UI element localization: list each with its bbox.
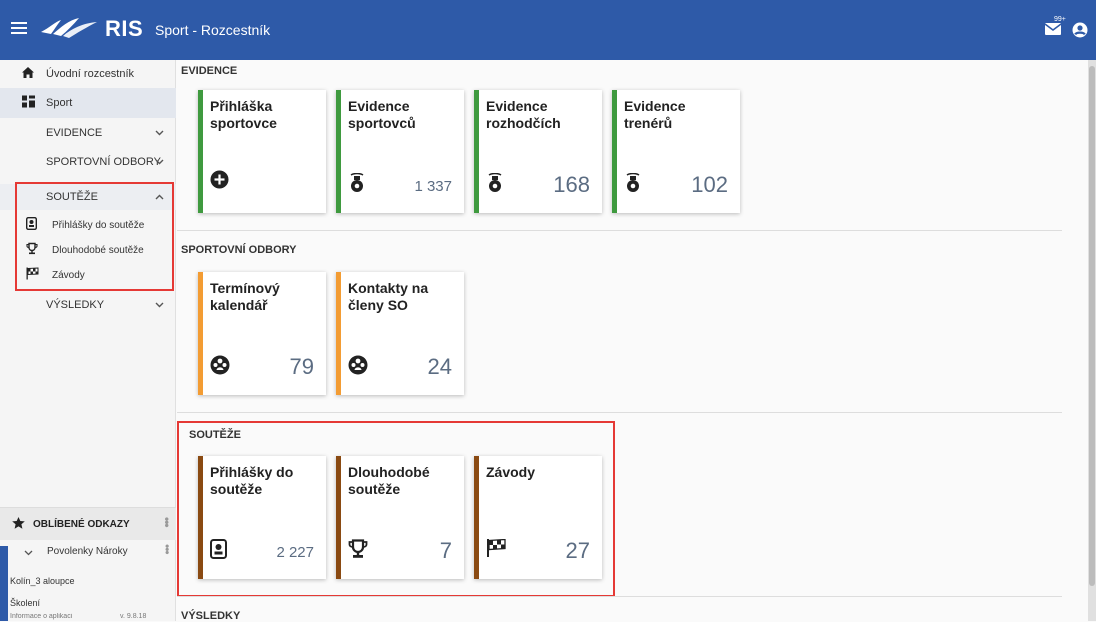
page-title: Sport - Rozcestník: [155, 22, 271, 38]
card-title: Evidence sportovců: [348, 98, 416, 131]
chevron-down-icon: [155, 157, 164, 168]
sidebar-item-label: VÝSLEDKY: [46, 299, 105, 311]
card-prihlasky-do-souteze[interactable]: Přihlášky do soutěže 2 227: [198, 456, 326, 579]
card-accent: [474, 90, 479, 213]
chevron-down-icon: [155, 128, 164, 139]
sidebar-item-label: SPORTOVNÍ ODBORY: [46, 156, 161, 168]
card-terminovy-kalendar[interactable]: Termínový kalendář 79: [198, 272, 326, 395]
logo-text: RIS: [105, 16, 144, 41]
card-dlouhodobe-souteze[interactable]: Dlouhodobé soutěže 7: [336, 456, 464, 579]
favorite-link[interactable]: Školení: [0, 596, 176, 614]
plus-circle-icon: [210, 170, 229, 194]
section-divider: [177, 230, 1062, 231]
top-app-bar: RIS Sport - Rozcestník 99+: [0, 0, 1096, 60]
favorite-link-label: Školení: [10, 598, 41, 608]
favorites-title: OBLÍBENÉ ODKAZY: [33, 519, 130, 530]
whistle-icon: [348, 172, 366, 198]
favorites-header[interactable]: OBLÍBENÉ ODKAZY •••: [0, 507, 176, 540]
ris-logo[interactable]: RIS: [39, 14, 143, 44]
card-title: Přihlášky do soutěže: [210, 464, 294, 497]
star-icon: [12, 517, 25, 532]
more-vert-icon[interactable]: •••: [160, 544, 174, 554]
card-accent: [612, 90, 617, 213]
card-accent: [198, 272, 203, 395]
group-icon: [210, 355, 230, 380]
card-count: 79: [289, 354, 314, 379]
card-accent: [198, 456, 203, 579]
favorite-link[interactable]: Kolín_3 aloupce: [0, 574, 176, 592]
card-evidence-sportovcu[interactable]: Evidence sportovců 1 337: [336, 90, 464, 213]
card-accent: [198, 90, 203, 213]
account-icon[interactable]: [1072, 22, 1088, 43]
card-title: Dlouhodobé soutěže: [348, 464, 430, 497]
sidebar: Úvodní rozcestník Sport EVIDENCE SPORTOV…: [0, 60, 176, 621]
sidebar-item-label: EVIDENCE: [46, 127, 103, 139]
card-count: 102: [691, 172, 728, 197]
card-accent: [336, 90, 341, 213]
card-count: 168: [553, 172, 590, 197]
card-accent: [336, 456, 341, 579]
card-title: Termínový kalendář: [210, 280, 280, 313]
menu-icon[interactable]: [11, 22, 27, 36]
card-evidence-treneru[interactable]: Evidence trenérů 102: [612, 90, 740, 213]
card-title: Závody: [486, 464, 536, 480]
grid-icon: [22, 95, 35, 111]
chevron-down-icon: [24, 548, 33, 559]
mail-badge: 99+: [1054, 16, 1066, 23]
chevron-down-icon: [155, 300, 164, 311]
sidebar-item-vysledky[interactable]: VÝSLEDKY: [0, 292, 176, 318]
section-divider: [177, 412, 1062, 413]
checkered-flag-icon: [486, 538, 506, 562]
card-count: 24: [427, 354, 452, 379]
card-evidence-rozhodcich[interactable]: Evidence rozhodčích 168: [474, 90, 602, 213]
scrollbar-thumb[interactable]: [1089, 66, 1095, 586]
card-title: Evidence trenérů: [624, 98, 686, 131]
whistle-icon: [486, 172, 504, 198]
favorites-group[interactable]: Povolenky Nároky •••: [0, 541, 176, 567]
card-accent: [336, 272, 341, 395]
card-count: 2 227: [276, 544, 314, 561]
card-kontakty-so[interactable]: Kontakty na členy SO 24: [336, 272, 464, 395]
section-title-souteze: SOUTĚŽE: [189, 429, 241, 441]
favorites-group-label: Povolenky Nároky: [47, 546, 128, 557]
card-count: 7: [439, 538, 452, 563]
version-label: v. 9.8.18: [120, 613, 147, 620]
card-title: Evidence rozhodčích: [486, 98, 561, 131]
favorite-link-label: Kolín_3 aloupce: [10, 576, 75, 586]
sidebar-item-home[interactable]: Úvodní rozcestník: [0, 60, 176, 88]
home-icon: [22, 67, 34, 81]
app-info-label: Informace o aplikaci: [10, 613, 73, 620]
card-count: 1 337: [414, 178, 452, 195]
sidebar-item-sportovni-odbory[interactable]: SPORTOVNÍ ODBORY: [0, 149, 176, 175]
card-count: 27: [565, 538, 590, 563]
section-title-evidence: EVIDENCE: [181, 65, 238, 77]
whistle-icon: [624, 172, 642, 198]
entry-form-icon: [210, 539, 227, 564]
mail-icon[interactable]: [1044, 22, 1062, 40]
trophy-icon: [348, 539, 368, 564]
sidebar-item-sport[interactable]: Sport: [0, 88, 176, 118]
group-icon: [348, 355, 368, 380]
main-content: EVIDENCE Přihláška sportovce Evidence sp…: [177, 60, 1096, 622]
sidebar-item-label: Sport: [46, 97, 73, 109]
card-prihlaska-sportovce[interactable]: Přihláška sportovce: [198, 90, 326, 213]
section-title-vysledky: VÝSLEDKY: [181, 610, 241, 622]
highlight-annotation: [15, 182, 174, 291]
section-divider: [177, 596, 1062, 597]
sidebar-item-label: Úvodní rozcestník: [46, 68, 135, 80]
card-title: Přihláška sportovce: [210, 98, 277, 131]
card-title: Kontakty na členy SO: [348, 280, 429, 313]
card-accent: [474, 456, 479, 579]
section-title-sportovni-odbory: SPORTOVNÍ ODBORY: [181, 244, 297, 256]
more-vert-icon[interactable]: •••: [160, 517, 174, 527]
sidebar-item-evidence[interactable]: EVIDENCE: [0, 120, 176, 146]
card-zavody[interactable]: Závody 27: [474, 456, 602, 579]
app-info-link[interactable]: Informace o aplikaci v. 9.8.18: [0, 613, 176, 621]
